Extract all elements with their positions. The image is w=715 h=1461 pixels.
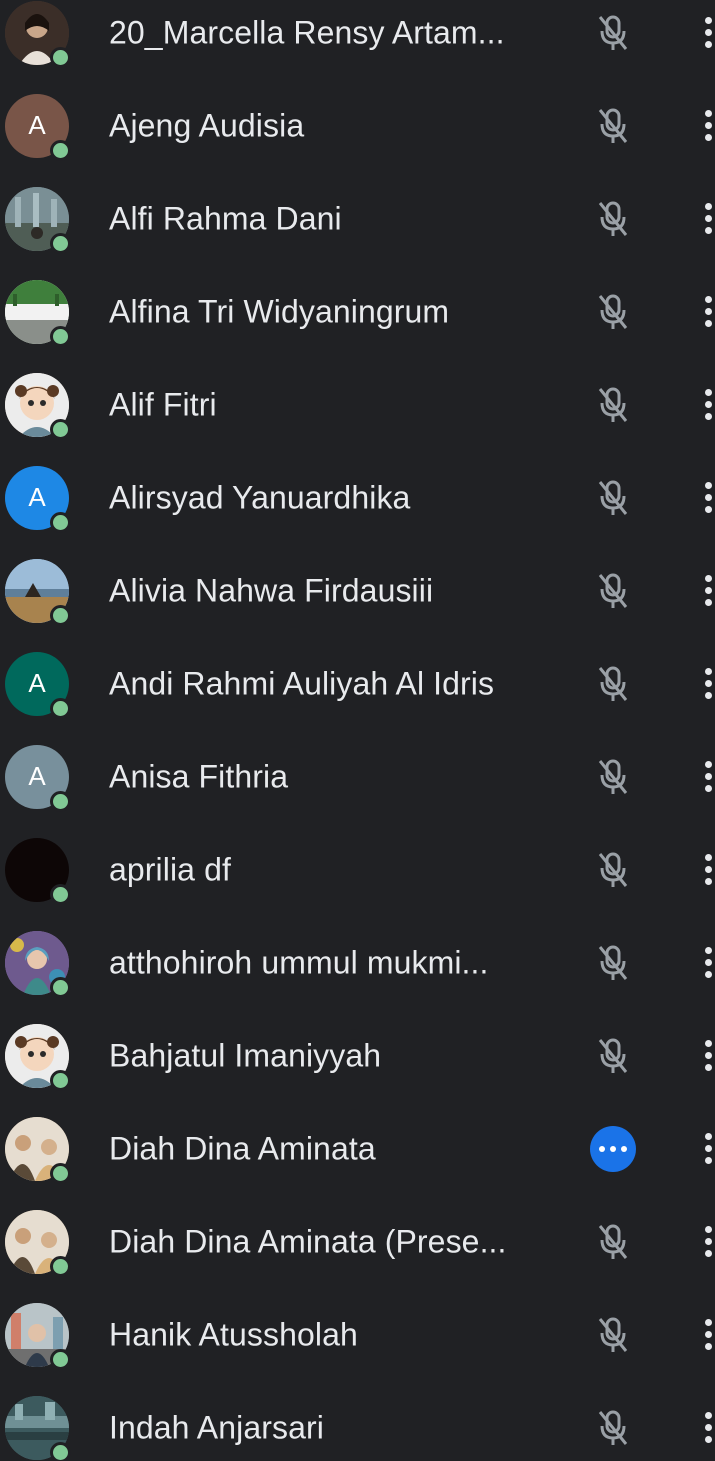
participant-name: Andi Rahmi Auliyah Al Idris (109, 665, 495, 701)
participant-name: Hanik Atussholah (109, 1316, 358, 1352)
participant-row[interactable]: aprilia df (0, 823, 715, 916)
avatar (5, 558, 71, 626)
mic-off-icon (590, 382, 636, 428)
avatar (5, 1209, 71, 1277)
mic-off-icon (590, 196, 636, 242)
more-vert-icon[interactable] (696, 199, 715, 239)
presence-dot-icon (50, 1441, 71, 1461)
audio-level-icon (590, 1125, 636, 1172)
mic-off-icon (590, 1312, 636, 1358)
presence-dot-icon (50, 46, 71, 68)
more-vert-icon[interactable] (696, 478, 715, 518)
more-vert-icon[interactable] (696, 1222, 715, 1262)
presence-dot-icon (50, 697, 71, 719)
mic-off-icon (590, 475, 636, 521)
participant-row[interactable]: A Anisa Fithria (0, 730, 715, 823)
avatar (5, 186, 71, 254)
avatar (5, 0, 71, 68)
presence-dot-icon (50, 1069, 71, 1091)
more-vert-icon[interactable] (696, 850, 715, 890)
avatar: A (5, 465, 71, 533)
presence-dot-icon (50, 511, 71, 533)
more-vert-icon[interactable] (696, 571, 715, 611)
avatar (5, 372, 71, 440)
participant-name: aprilia df (109, 851, 231, 887)
mic-off-icon (590, 754, 636, 800)
more-vert-icon[interactable] (696, 1408, 715, 1448)
presence-dot-icon (50, 1162, 71, 1184)
participant-name: Alfi Rahma Dani (109, 200, 342, 236)
presence-dot-icon (50, 418, 71, 440)
avatar (5, 1023, 71, 1091)
participant-name: Alivia Nahwa Firdausiii (109, 572, 434, 608)
more-vert-icon[interactable] (696, 385, 715, 425)
participant-name: Alif Fitri (109, 386, 217, 422)
presence-dot-icon (50, 232, 71, 254)
more-vert-icon[interactable] (696, 664, 715, 704)
participant-row[interactable]: A Andi Rahmi Auliyah Al Idris (0, 637, 715, 730)
avatar (5, 1302, 71, 1370)
mic-off-icon (590, 289, 636, 335)
presence-dot-icon (50, 1255, 71, 1277)
participant-row[interactable]: Indah Anjarsari (0, 1381, 715, 1461)
participant-name: Diah Dina Aminata (109, 1130, 376, 1166)
presence-dot-icon (50, 1348, 71, 1370)
participant-row[interactable]: Alfi Rahma Dani (0, 172, 715, 265)
presence-dot-icon (50, 976, 71, 998)
more-vert-icon[interactable] (696, 106, 715, 146)
avatar: A (5, 651, 71, 719)
mic-off-icon (590, 568, 636, 614)
participant-name: Alirsyad Yanuardhika (109, 479, 411, 515)
participant-row[interactable]: Diah Dina Aminata (0, 1102, 715, 1195)
mic-off-icon (590, 940, 636, 986)
more-vert-icon[interactable] (696, 757, 715, 797)
participant-name: Ajeng Audisia (109, 107, 305, 143)
more-vert-icon[interactable] (696, 13, 715, 53)
participant-row[interactable]: Alivia Nahwa Firdausiii (0, 544, 715, 637)
mic-off-icon (590, 1405, 636, 1451)
avatar (5, 279, 71, 347)
mic-off-icon (590, 847, 636, 893)
participant-name: Alfina Tri Widyaningrum (109, 293, 450, 329)
avatar: A (5, 744, 71, 812)
mic-off-icon (590, 103, 636, 149)
presence-dot-icon (50, 790, 71, 812)
avatar (5, 1395, 71, 1461)
avatar: A (5, 93, 71, 161)
participant-row[interactable]: Alfina Tri Widyaningrum (0, 265, 715, 358)
participant-row[interactable]: Diah Dina Aminata (Prese... (0, 1195, 715, 1288)
participant-list: 20_Marcella Rensy Artam... A Ajeng Audis… (0, 0, 715, 1461)
mic-off-icon (590, 661, 636, 707)
avatar (5, 930, 71, 998)
participant-row[interactable]: Alif Fitri (0, 358, 715, 451)
presence-dot-icon (50, 139, 71, 161)
participant-row[interactable]: 20_Marcella Rensy Artam... (0, 0, 715, 79)
presence-dot-icon (50, 604, 71, 626)
participant-name: Bahjatul Imaniyyah (109, 1037, 382, 1073)
more-vert-icon[interactable] (696, 292, 715, 332)
mic-off-icon (590, 1219, 636, 1265)
participant-name: Indah Anjarsari (109, 1409, 324, 1445)
participant-name: atthohiroh ummul mukmi... (109, 944, 489, 980)
mic-off-icon (590, 1033, 636, 1079)
participant-row[interactable]: Bahjatul Imaniyyah (0, 1009, 715, 1102)
more-vert-icon[interactable] (696, 943, 715, 983)
presence-dot-icon (50, 325, 71, 347)
participant-row[interactable]: A Alirsyad Yanuardhika (0, 451, 715, 544)
participant-row[interactable]: A Ajeng Audisia (0, 79, 715, 172)
mic-off-icon (590, 10, 636, 56)
participant-name: Anisa Fithria (109, 758, 289, 794)
avatar (5, 837, 71, 905)
presence-dot-icon (50, 883, 71, 905)
participant-row[interactable]: atthohiroh ummul mukmi... (0, 916, 715, 1009)
participant-name: Diah Dina Aminata (Prese... (109, 1223, 507, 1259)
participant-row[interactable]: Hanik Atussholah (0, 1288, 715, 1381)
more-vert-icon[interactable] (696, 1315, 715, 1355)
more-vert-icon[interactable] (696, 1129, 715, 1169)
more-vert-icon[interactable] (696, 1036, 715, 1076)
participant-name: 20_Marcella Rensy Artam... (109, 14, 505, 50)
avatar (5, 1116, 71, 1184)
